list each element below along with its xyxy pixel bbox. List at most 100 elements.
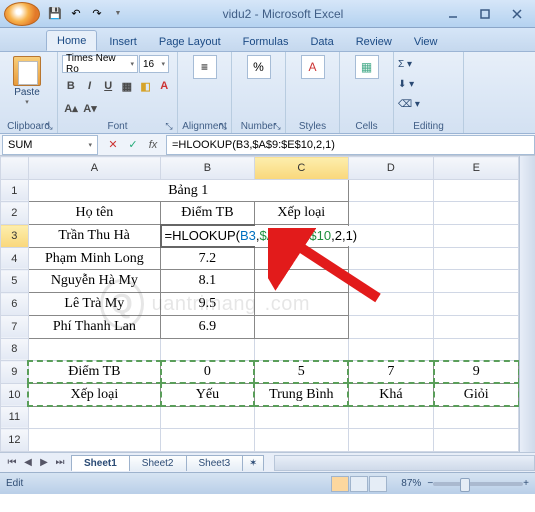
tab-review[interactable]: Review	[346, 32, 402, 51]
cell[interactable]	[254, 406, 348, 429]
cell[interactable]: Phạm Minh Long	[28, 247, 160, 270]
cell[interactable]	[254, 315, 348, 338]
cell[interactable]: 7.2	[161, 247, 255, 270]
cell[interactable]	[434, 247, 519, 270]
tab-view[interactable]: View	[404, 32, 448, 51]
minimize-button[interactable]	[439, 5, 467, 23]
formula-input[interactable]: =HLOOKUP(B3,$A$9:$E$10,2,1)	[166, 135, 535, 155]
cell[interactable]	[434, 202, 519, 225]
sheet-tab[interactable]: Sheet2	[129, 455, 187, 471]
number-expand-icon[interactable]: ⤡	[271, 120, 283, 132]
row-header[interactable]: 9	[1, 361, 29, 384]
styles-icon[interactable]: A	[301, 55, 325, 79]
cell[interactable]: Xếp loại	[28, 383, 160, 406]
cell[interactable]	[348, 338, 433, 361]
cell[interactable]: Giỏi	[434, 383, 519, 406]
cell[interactable]	[161, 406, 255, 429]
cell[interactable]	[348, 247, 433, 270]
cell[interactable]	[434, 315, 519, 338]
view-page-break-button[interactable]	[369, 476, 387, 492]
cell[interactable]	[348, 315, 433, 338]
cell[interactable]	[348, 406, 433, 429]
cell[interactable]: Trần Thu Hà	[28, 225, 160, 248]
cell[interactable]	[254, 247, 348, 270]
cell[interactable]: 7	[348, 361, 433, 384]
cell[interactable]	[434, 225, 519, 248]
row-header[interactable]: 3	[1, 225, 29, 248]
row-header[interactable]: 6	[1, 293, 29, 316]
cell[interactable]	[348, 429, 433, 452]
cell[interactable]: Yếu	[161, 383, 255, 406]
row-header[interactable]: 7	[1, 315, 29, 338]
row-header[interactable]: 12	[1, 429, 29, 452]
maximize-button[interactable]	[471, 5, 499, 23]
cell[interactable]	[434, 270, 519, 293]
tab-formulas[interactable]: Formulas	[233, 32, 299, 51]
tab-home[interactable]: Home	[46, 30, 97, 51]
cell[interactable]	[434, 406, 519, 429]
zoom-percent[interactable]: 87%	[401, 478, 421, 489]
cell[interactable]	[254, 270, 348, 293]
font-size-box[interactable]: 16▾	[139, 55, 169, 73]
cell[interactable]: Điểm TB	[161, 202, 255, 225]
cell[interactable]	[254, 429, 348, 452]
row-header[interactable]: 2	[1, 202, 29, 225]
clear-button[interactable]: ⌫ ▾	[398, 94, 459, 114]
col-header-b[interactable]: B	[161, 157, 255, 180]
row-header[interactable]: 10	[1, 383, 29, 406]
cell[interactable]: 8.1	[161, 270, 255, 293]
cell[interactable]: Bảng 1	[28, 179, 348, 202]
zoom-in-button[interactable]: +	[523, 478, 529, 489]
underline-button[interactable]: U	[99, 77, 117, 95]
row-header[interactable]: 4	[1, 247, 29, 270]
cell[interactable]	[348, 179, 433, 202]
cancel-formula-icon[interactable]: ✕	[104, 136, 122, 154]
tab-data[interactable]: Data	[300, 32, 343, 51]
sheet-tab[interactable]: Sheet3	[186, 455, 244, 471]
fill-button[interactable]: ⬇ ▾	[398, 74, 459, 94]
vertical-scrollbar[interactable]	[519, 156, 535, 452]
cell[interactable]: 9	[434, 361, 519, 384]
cell[interactable]	[434, 293, 519, 316]
row-header[interactable]: 8	[1, 338, 29, 361]
increase-font-button[interactable]: A▴	[62, 99, 80, 117]
clipboard-expand-icon[interactable]: ⤡	[43, 120, 55, 132]
cell[interactable]: Trung Bình	[254, 383, 348, 406]
cell[interactable]: 9.5	[161, 293, 255, 316]
name-box[interactable]: SUM▾	[2, 135, 98, 155]
cell[interactable]	[161, 429, 255, 452]
cell[interactable]: 6.9	[161, 315, 255, 338]
view-page-layout-button[interactable]	[350, 476, 368, 492]
col-header-a[interactable]: A	[28, 157, 160, 180]
fill-color-button[interactable]: ◧	[137, 77, 155, 95]
tab-insert[interactable]: Insert	[99, 32, 147, 51]
cell[interactable]	[28, 338, 160, 361]
row-header[interactable]: 11	[1, 406, 29, 429]
cell[interactable]	[28, 429, 160, 452]
sheet-nav-next-icon[interactable]: ▶	[36, 455, 52, 471]
sheet-tab[interactable]: Sheet1	[71, 455, 130, 471]
autosum-button[interactable]: Σ ▾	[398, 54, 459, 74]
qat-customize-icon[interactable]: ▼	[109, 5, 127, 23]
sheet-nav-last-icon[interactable]: ⏭	[52, 455, 68, 471]
cell[interactable]: Điểm TB	[28, 361, 160, 384]
cell[interactable]	[348, 202, 433, 225]
tab-page-layout[interactable]: Page Layout	[149, 32, 231, 51]
select-all-corner[interactable]	[1, 157, 29, 180]
spreadsheet-grid[interactable]: A B C D E 1 Bảng 1 2 Họ tên Điểm TB Xếp …	[0, 156, 519, 452]
redo-icon[interactable]: ↷	[88, 5, 106, 23]
cell[interactable]: Phí Thanh Lan	[28, 315, 160, 338]
col-header-e[interactable]: E	[434, 157, 519, 180]
row-header[interactable]: 5	[1, 270, 29, 293]
alignment-icon[interactable]: ≡	[193, 55, 217, 79]
sheet-nav-first-icon[interactable]: ⏮	[4, 455, 20, 471]
enter-formula-icon[interactable]: ✓	[124, 136, 142, 154]
sheet-nav-prev-icon[interactable]: ◀	[20, 455, 36, 471]
number-icon[interactable]: %	[247, 55, 271, 79]
cell-active-formula[interactable]: =HLOOKUP(B3,$A$9:$E$10,2,1)	[161, 225, 255, 248]
row-header[interactable]: 1	[1, 179, 29, 202]
cell[interactable]	[348, 270, 433, 293]
border-button[interactable]: ▦	[118, 77, 136, 95]
save-icon[interactable]: 💾	[46, 5, 64, 23]
office-button[interactable]	[4, 2, 40, 26]
